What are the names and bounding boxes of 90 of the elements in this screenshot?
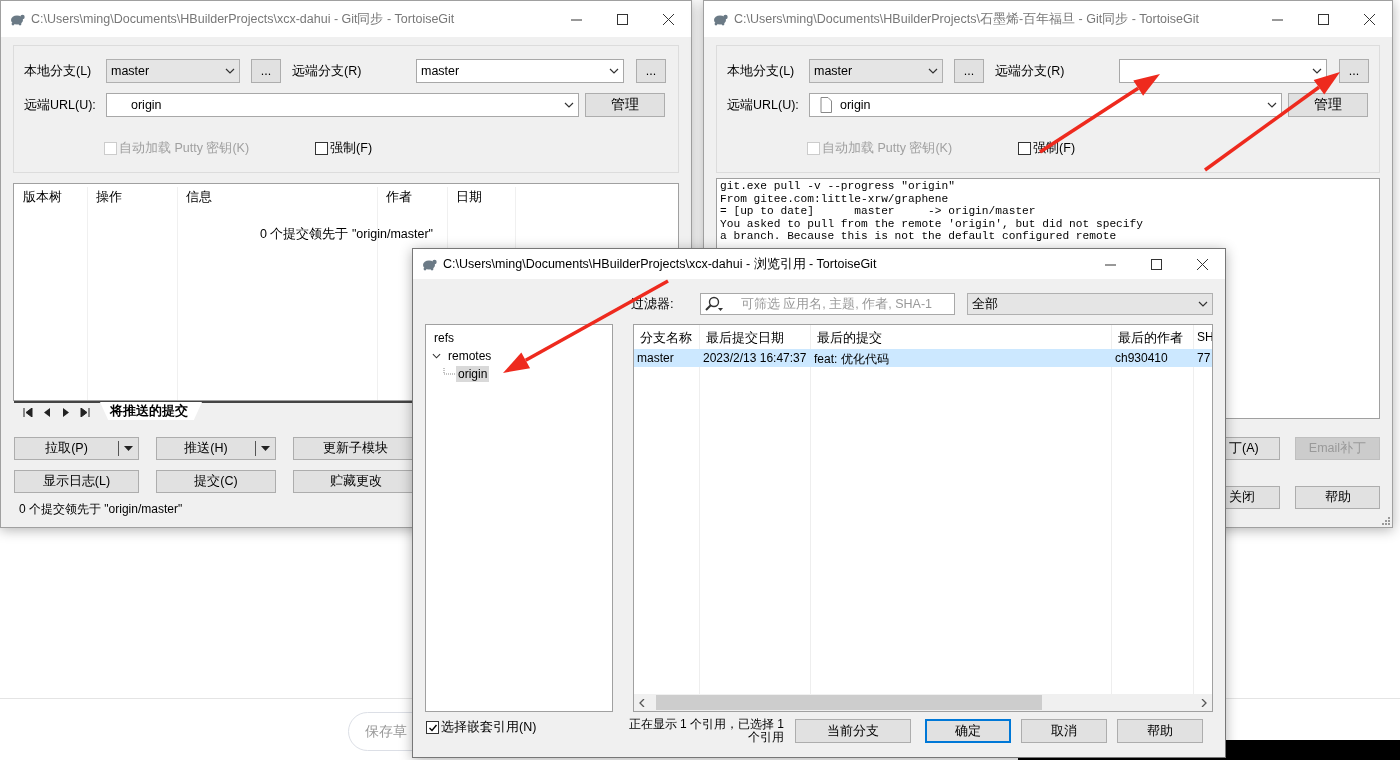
status-text: 0 个提交领先于 "origin/master" — [19, 501, 184, 518]
scrollbar-thumb[interactable] — [656, 695, 1042, 710]
scope-dropdown[interactable]: 全部 — [967, 293, 1213, 315]
dialog-button[interactable]: 确定 — [925, 719, 1011, 743]
previous-icon[interactable] — [42, 407, 52, 417]
remote-url-dropdown[interactable]: origin — [106, 93, 579, 117]
local-branch-dropdown[interactable]: master — [809, 59, 943, 83]
status-text: 正在显示 1 个引用，已选择 1 个引用 — [627, 718, 784, 744]
first-page-icon[interactable] — [23, 407, 33, 417]
dropdown-arrow-icon[interactable] — [124, 446, 133, 451]
browse-button[interactable]: ... — [1339, 59, 1369, 83]
chevron-down-icon[interactable] — [225, 68, 235, 74]
field-label: 远端URL(U): — [24, 96, 97, 114]
turtle-icon — [712, 12, 728, 26]
table-cell: feat: 优化代码 — [811, 349, 1112, 367]
file-icon — [820, 97, 832, 113]
table-message: 0 个提交领先于 "origin/master" — [260, 226, 434, 243]
horizontal-scrollbar[interactable] — [634, 694, 1212, 711]
action-button[interactable]: 拉取(P) — [14, 437, 139, 460]
remote-branch-dropdown[interactable] — [1119, 59, 1327, 83]
field-label: 本地分支(L) — [727, 62, 796, 80]
tree-item[interactable]: refs — [432, 330, 456, 346]
close-icon[interactable] — [1363, 13, 1375, 25]
scroll-right-icon[interactable] — [1200, 698, 1208, 707]
field-label: 本地分支(L) — [24, 62, 93, 80]
field-label: 远端URL(U): — [727, 96, 800, 114]
manage-button[interactable]: 管理 — [1288, 93, 1368, 117]
filter-field[interactable]: 可筛选 应用名, 主题, 作者, SHA-1 — [699, 293, 956, 315]
table-cell: 2023/2/13 16:47:37 — [700, 349, 811, 367]
window-title: C:\Users\ming\Documents\HBuilderProjects\石墨烯-百年福旦 - Git同步 - TortoiseGit — [734, 10, 1199, 28]
close-icon[interactable] — [662, 13, 674, 25]
dropdown-arrow-icon[interactable] — [261, 446, 270, 451]
dialog-button[interactable]: 帮助 — [1117, 719, 1203, 743]
manage-button[interactable]: 管理 — [585, 93, 665, 117]
local-branch-dropdown[interactable]: master — [106, 59, 240, 83]
chevron-down-icon[interactable] — [609, 68, 619, 74]
chevron-down-icon[interactable] — [564, 102, 574, 108]
column-header: 日期 — [455, 189, 483, 206]
log-line: = [up to date] master -> origin/master — [720, 205, 1037, 218]
window-title: C:\Users\ming\Documents\HBuilderProjects\xcx-dahui - 浏览引用 - TortoiseGit — [443, 255, 877, 273]
log-line: git.exe pull -v --progress "origin" — [720, 180, 956, 193]
column-header: 信息 — [185, 189, 213, 206]
scroll-left-icon[interactable] — [638, 698, 646, 707]
field-label: 远端分支(R) — [292, 62, 363, 80]
close-icon[interactable] — [1196, 258, 1208, 270]
column-header: 版本树 — [22, 189, 63, 206]
log-line: You asked to pull from the remote 'origin', but did not specify — [720, 217, 1144, 231]
remote-url-dropdown[interactable]: origin — [809, 93, 1282, 117]
action-button[interactable]: 提交(C) — [156, 470, 276, 493]
tree-item[interactable]: origin — [456, 366, 490, 382]
action-button[interactable]: 显示日志(L) — [14, 470, 139, 493]
table-cell: 77 — [1194, 349, 1212, 367]
table-cell: ch930410 — [1112, 349, 1194, 367]
column-header: 操作 — [95, 189, 123, 206]
browse-button[interactable]: ... — [251, 59, 281, 83]
tree-item[interactable]: remotes — [446, 348, 494, 364]
field-label: 远端分支(R) — [995, 62, 1066, 80]
checkmark-icon[interactable] — [427, 722, 438, 733]
chevron-down-icon[interactable] — [1198, 301, 1208, 307]
maximize-icon[interactable] — [616, 13, 628, 25]
resize-grip-icon[interactable] — [1381, 516, 1390, 525]
window-title: C:\Users\ming\Documents\HBuilderProjects\xcx-dahui - Git同步 - TortoiseGit — [31, 10, 455, 28]
next-icon[interactable] — [61, 407, 71, 417]
table-cell: master — [634, 349, 700, 367]
column-header[interactable]: 最后提交日期 — [700, 325, 811, 349]
log-line: From gitee.com:little-xrw/graphene — [720, 192, 950, 206]
dialog-button[interactable]: 取消 — [1021, 719, 1107, 743]
maximize-icon[interactable] — [1317, 13, 1329, 25]
last-page-icon[interactable] — [80, 407, 90, 417]
browse-button[interactable]: ... — [636, 59, 666, 83]
dialog-button[interactable]: 当前分支 — [795, 719, 911, 743]
turtle-icon — [421, 257, 437, 271]
action-button[interactable]: 帮助 — [1295, 486, 1380, 509]
column-header[interactable]: SH — [1194, 325, 1212, 349]
log-line: a branch. Because this is not the default configured remote — [720, 230, 1118, 243]
action-button[interactable]: 推送(H) — [156, 437, 276, 460]
browse-button[interactable]: ... — [954, 59, 984, 83]
remote-branch-dropdown[interactable]: master — [416, 59, 624, 83]
column-header: 作者 — [385, 189, 413, 206]
chevron-down-icon[interactable] — [1267, 102, 1277, 108]
expanded-caret-icon[interactable] — [432, 353, 441, 359]
column-header[interactable]: 分支名称 — [634, 325, 700, 349]
force-checkbox[interactable]: 强制(F) — [315, 139, 373, 157]
chevron-down-icon[interactable] — [928, 68, 938, 74]
maximize-icon[interactable] — [1150, 258, 1162, 270]
column-header[interactable]: 最后的提交 — [811, 325, 1112, 349]
tab[interactable]: 将推送的提交 — [100, 402, 202, 420]
turtle-icon — [9, 12, 25, 26]
chevron-down-icon[interactable] — [1312, 68, 1322, 74]
column-header[interactable]: 最后的作者 — [1112, 325, 1194, 349]
